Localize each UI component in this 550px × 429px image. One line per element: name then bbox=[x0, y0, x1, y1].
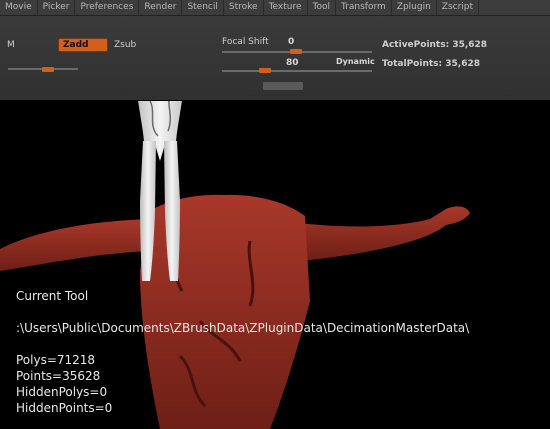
menu-stencil[interactable]: Stencil bbox=[182, 0, 224, 15]
dynamic-button[interactable]: Dynamic bbox=[336, 57, 375, 66]
hidden-points-count: HiddenPoints=0 bbox=[16, 401, 113, 415]
focal-shift-value: 0 bbox=[288, 37, 295, 47]
canvas-viewport[interactable]: Current Tool :\Users\Public\Documents\ZB… bbox=[0, 101, 550, 429]
active-points-readout: ActivePoints: 35,628 bbox=[382, 40, 488, 50]
hidden-polys-count: HiddenPolys=0 bbox=[16, 385, 108, 399]
top-shelf: M Zadd Zsub Focal Shift 0 80 Dynamic Act… bbox=[0, 16, 550, 100]
menu-preferences[interactable]: Preferences bbox=[75, 0, 140, 15]
menu-texture[interactable]: Texture bbox=[264, 0, 308, 15]
total-points-readout: TotalPoints: 35,628 bbox=[382, 59, 480, 69]
focal-shift-label: Focal Shift bbox=[222, 37, 269, 47]
tool-path: :\Users\Public\Documents\ZBrushData\ZPlu… bbox=[16, 321, 470, 335]
polys-count: Polys=71218 bbox=[16, 353, 96, 367]
draw-size-value: 80 bbox=[286, 58, 299, 68]
draw-size-handle[interactable] bbox=[259, 68, 271, 73]
focal-shift-handle[interactable] bbox=[290, 49, 302, 54]
menu-tool[interactable]: Tool bbox=[308, 0, 336, 15]
shelf-scrollbar[interactable] bbox=[263, 82, 303, 90]
current-tool-title: Current Tool bbox=[16, 289, 89, 303]
m-toggle[interactable]: M bbox=[7, 40, 15, 50]
rgb-intensity-handle[interactable] bbox=[42, 67, 54, 72]
red-left-arm bbox=[0, 219, 150, 271]
menu-zscript[interactable]: Zscript bbox=[437, 0, 480, 15]
menu-movie[interactable]: Movie bbox=[0, 0, 38, 15]
red-right-arm bbox=[300, 206, 470, 261]
draw-size-track bbox=[222, 70, 372, 72]
menu-stroke[interactable]: Stroke bbox=[224, 0, 264, 15]
points-count: Points=35628 bbox=[16, 369, 101, 383]
menu-render[interactable]: Render bbox=[139, 0, 183, 15]
menu-zplugin[interactable]: Zplugin bbox=[392, 0, 437, 15]
menu-transform[interactable]: Transform bbox=[336, 0, 392, 15]
zsub-button[interactable]: Zsub bbox=[114, 40, 136, 50]
menu-picker[interactable]: Picker bbox=[38, 0, 76, 15]
menu-bar: Movie Picker Preferences Render Stencil … bbox=[0, 0, 550, 16]
zadd-button[interactable]: Zadd bbox=[58, 38, 108, 52]
red-torso bbox=[140, 194, 310, 429]
